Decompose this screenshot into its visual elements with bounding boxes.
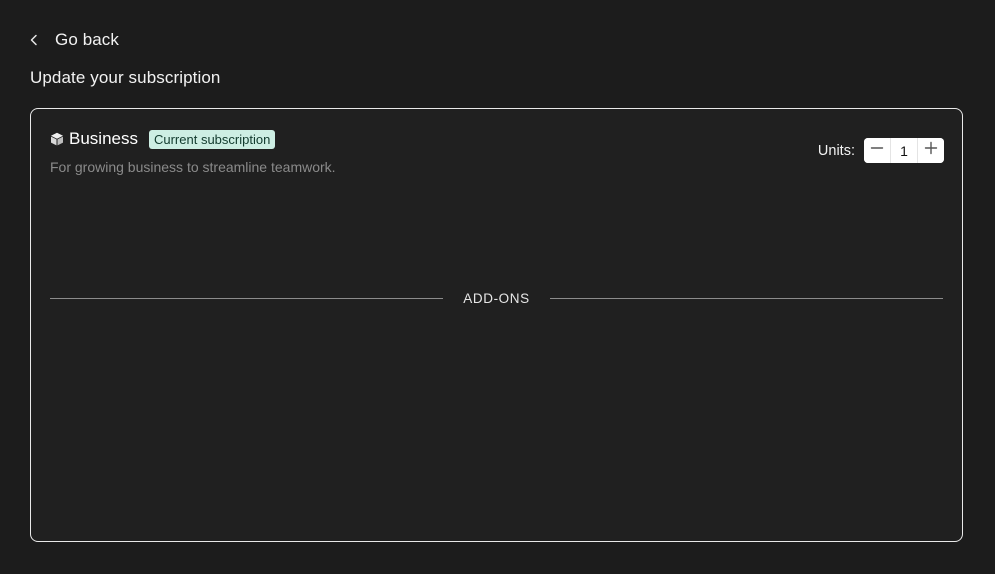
plan-header: Business Current subscription xyxy=(50,128,276,150)
units-stepper: 1 xyxy=(864,138,944,163)
divider-line-left xyxy=(50,297,444,299)
plan-description: For growing business to streamline teamw… xyxy=(50,159,336,175)
units-control: Units: 1 xyxy=(818,138,944,163)
divider-line-right xyxy=(549,297,944,299)
increment-units-button[interactable] xyxy=(918,138,944,163)
units-label: Units: xyxy=(817,142,855,159)
addons-label: ADD-ONS xyxy=(463,290,530,306)
plan-name: Business xyxy=(69,129,138,148)
minus-icon xyxy=(870,141,884,160)
box-icon xyxy=(50,132,64,146)
page-title: Update your subscription xyxy=(30,68,221,87)
units-value[interactable]: 1 xyxy=(890,138,918,163)
go-back-link[interactable]: Go back xyxy=(26,28,119,52)
addons-divider: ADD-ONS xyxy=(50,289,944,307)
chevron-left-icon xyxy=(26,32,42,48)
decrement-units-button[interactable] xyxy=(864,138,890,163)
page: Go back Update your subscription Busines… xyxy=(0,0,995,574)
current-subscription-badge: Current subscription xyxy=(148,129,276,149)
subscription-card: Business Current subscription For growin… xyxy=(30,108,963,542)
go-back-label: Go back xyxy=(55,30,120,49)
plus-icon xyxy=(924,141,938,160)
